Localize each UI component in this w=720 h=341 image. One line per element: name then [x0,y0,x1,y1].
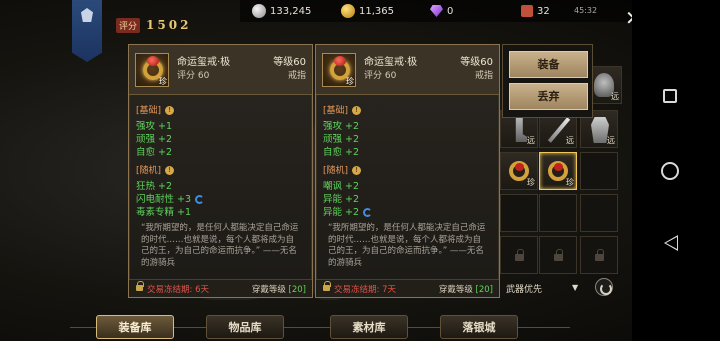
info-icon[interactable]: ! [165,106,175,115]
currency-bar: 133,245 11,365 0 32 45:32 [240,0,632,22]
stat-line: 嘲讽 +2 [323,181,360,192]
ring-item-icon: 珍 [135,53,169,87]
tab-silver-city[interactable]: 落银城 [440,315,518,339]
tab-materials[interactable]: 素材库 [330,315,408,339]
item-score: 评分 60 [177,71,210,81]
basic-section-title: [基础]! [136,103,175,116]
item-score: 评分 60 [364,71,397,81]
clock: 45:32 [574,6,598,15]
lock-icon [323,281,331,291]
ring-icon [509,161,529,181]
info-icon[interactable]: ! [165,166,175,175]
score-label: 评分 [116,17,141,33]
silver-coin-icon [252,4,266,18]
item-tooltip-current: 珍 命运玺戒·极 等级60 评分 60 戒指 [基础]! 强攻 +1 顽强 +2… [128,44,313,298]
info-icon[interactable]: ! [352,106,362,115]
item-tooltip-new: 珍 命运玺戒·极 等级60 评分 60 戒指 [基础]! 强攻 +2 顽强 +2… [315,44,500,298]
action-menu: 装备 丢弃 [502,44,593,118]
item-type: 戒指 [474,71,493,81]
refresh-icon[interactable] [595,278,613,296]
item-header: 珍 命运玺戒·极 等级60 评分 60 戒指 [316,45,499,95]
diamond-value: 0 [447,5,454,17]
rarity-badge: 珍 [346,77,354,86]
wear-level: 穿戴等级 [20] [251,285,306,295]
silver-currency: 133,245 [252,4,311,18]
stat-line: 毒素专精 +1 [136,207,192,218]
locked-slot [580,236,618,274]
guild-banner-icon[interactable] [72,0,102,62]
stat-line: 异能 +2 [323,194,360,205]
inventory-slot[interactable]: 珍 [500,152,538,190]
item-type: 戒指 [287,71,306,81]
game-screen: 评分 1502 133,245 11,365 0 32 45:32 ✕ 珍 [0,0,720,341]
stat-line: 强攻 +2 [323,121,360,132]
chevron-down-icon[interactable]: ▼ [572,283,580,292]
item-footer: 交易冻结期: 7天 穿戴等级 [20] [316,279,499,297]
bag-value: 32 [537,5,550,17]
trade-lock-text: 交易冻结期: 6天 [147,285,209,295]
basic-section-title: [基础]! [323,103,362,116]
item-level: 等级60 [460,57,493,68]
sort-dropdown[interactable]: 武器优先 [506,282,542,295]
home-icon[interactable] [661,162,679,180]
random-section-title: [随机]! [323,163,362,176]
ring-icon [548,161,568,181]
inventory-slot[interactable] [539,194,577,232]
item-name: 命运玺戒·极 [177,57,231,68]
gold-value: 11,365 [359,5,394,17]
trade-lock-text: 交易冻结期: 7天 [334,285,396,295]
diamond-currency: 0 [430,4,453,18]
stat-line: 自愈 +2 [136,147,173,158]
inventory-slot[interactable] [580,194,618,232]
stat-line: 闪电耐性 +3 [136,191,205,205]
equip-button[interactable]: 装备 [509,51,588,78]
inventory-bag-icon [521,5,533,17]
reroll-icon [363,208,373,217]
ring-item-icon: 珍 [322,53,356,87]
locked-slot [500,236,538,274]
reroll-icon [195,195,205,204]
discard-button[interactable]: 丢弃 [509,83,588,110]
diamond-icon [430,5,443,17]
bag-capacity: 32 [521,4,550,18]
inventory-slot[interactable] [580,152,618,190]
item-lore-text: “我所期望的，是任何人都能决定自己命运的时代……也就是说，每个人都将成为自己的王… [328,223,486,268]
wear-level: 穿戴等级 [20] [438,285,493,295]
item-level: 等级60 [273,57,306,68]
tab-items[interactable]: 物品库 [206,315,284,339]
stat-line: 异能 +2 [323,204,373,218]
lock-icon [136,281,144,291]
item-name: 命运玺戒·极 [364,57,418,68]
inventory-slot[interactable] [500,194,538,232]
inventory-slot-selected[interactable]: 珍 [539,152,577,190]
rarity-badge: 珍 [159,77,167,86]
boots-icon [515,116,527,142]
score-value: 1502 [146,18,192,32]
silver-value: 133,245 [270,5,312,17]
item-header: 珍 命运玺戒·极 等级60 评分 60 戒指 [129,45,312,95]
info-icon[interactable]: ! [352,166,362,175]
stat-line: 顽强 +2 [323,134,360,145]
random-section-title: [随机]! [136,163,175,176]
stat-line: 强攻 +1 [136,121,173,132]
gear-score: 评分 1502 [116,17,191,33]
locked-slot [539,236,577,274]
stat-line: 顽强 +2 [136,134,173,145]
stat-line: 自愈 +2 [323,147,360,158]
stat-line: 狂热 +2 [136,181,173,192]
item-lore-text: “我所期望的，是任何人都能决定自己命运的时代……也就是说，每个人都将成为自己的王… [141,223,299,268]
gold-coin-icon [341,4,355,18]
recents-icon[interactable] [663,89,677,103]
item-footer: 交易冻结期: 6天 穿戴等级 [20] [129,279,312,297]
gold-currency: 11,365 [341,4,394,18]
tab-equipment[interactable]: 装备库 [96,315,174,339]
